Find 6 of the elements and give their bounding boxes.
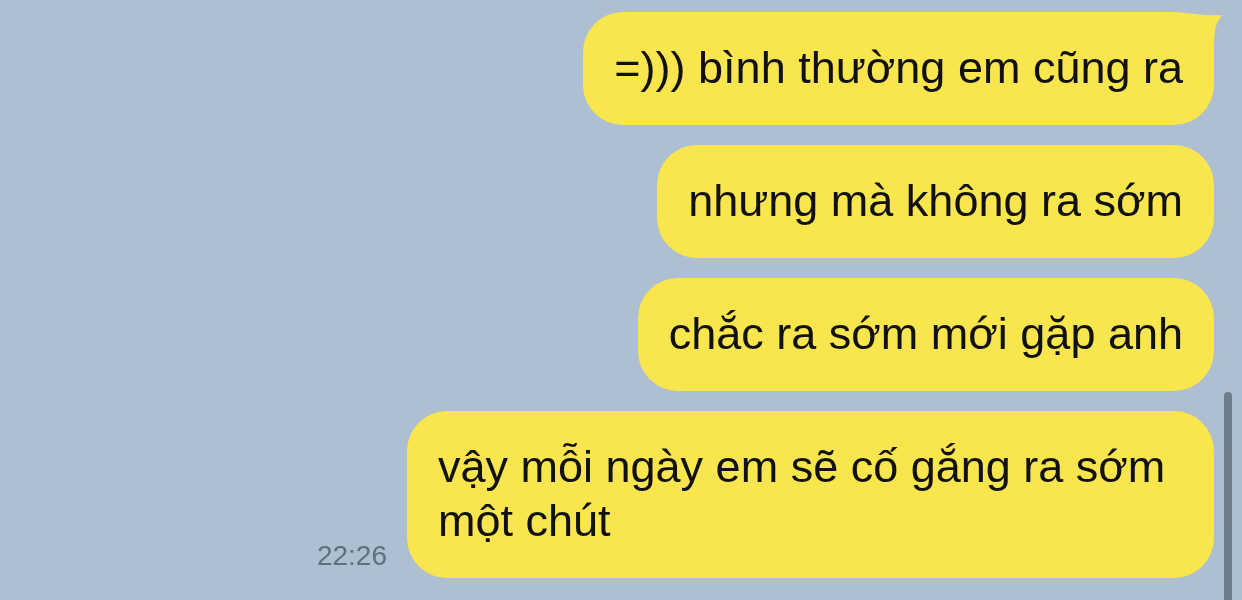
- message-bubble: vậy mỗi ngày em sẽ cố gắng ra sớm một chút: [407, 411, 1214, 578]
- message-time: 22:26: [316, 540, 387, 572]
- message-bubble: chắc ra sớm mới gặp anh: [637, 278, 1214, 391]
- message-bubble: nhưng mà không ra sớm: [657, 145, 1214, 258]
- message-bubble: =))) bình thường em cũng ra: [583, 12, 1214, 125]
- scrollbar[interactable]: [1224, 392, 1232, 600]
